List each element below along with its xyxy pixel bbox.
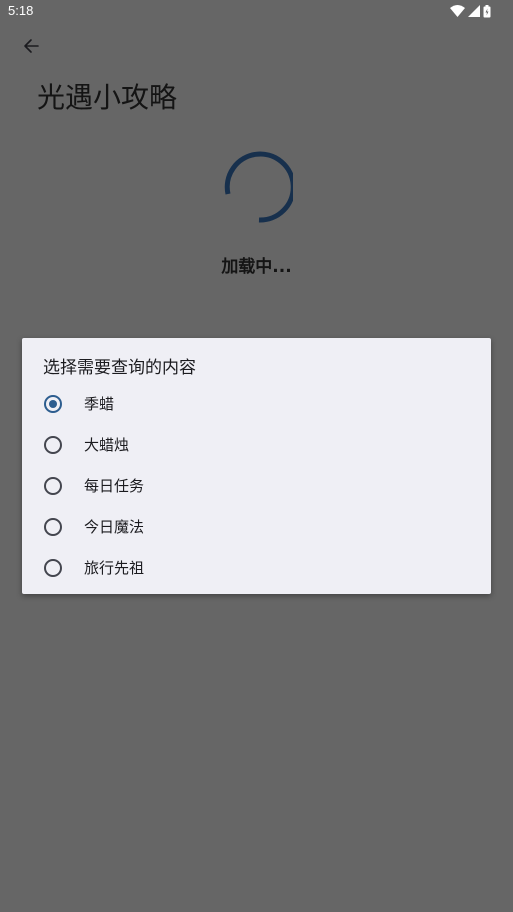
page-title: 光遇小攻略 <box>37 81 178 114</box>
option-daily-tasks[interactable]: 每日任务 <box>22 465 491 506</box>
option-traveling-spirit[interactable]: 旅行先祖 <box>22 547 491 588</box>
option-label: 旅行先祖 <box>84 559 145 577</box>
status-time: 5:18 <box>8 3 34 18</box>
radio-button[interactable] <box>44 559 62 577</box>
option-daily-magic[interactable]: 今日魔法 <box>22 506 491 547</box>
loading-spinner <box>224 151 293 223</box>
option-label: 今日魔法 <box>84 518 145 536</box>
option-big-candle[interactable]: 大蜡烛 <box>22 424 491 465</box>
status-icons <box>450 4 491 18</box>
option-season-candle[interactable]: 季蜡 <box>22 383 491 424</box>
option-label: 大蜡烛 <box>84 436 130 454</box>
back-button[interactable] <box>16 31 46 61</box>
battery-icon <box>483 4 491 17</box>
radio-button-checked[interactable] <box>44 395 62 413</box>
option-label: 每日任务 <box>84 477 145 495</box>
arrow-back-icon <box>24 39 39 53</box>
dialog-title: 选择需要查询的内容 <box>43 358 196 378</box>
signal-icon <box>468 5 480 17</box>
status-bar: 5:18 <box>0 0 513 24</box>
wifi-icon <box>450 5 465 17</box>
radio-button[interactable] <box>44 477 62 495</box>
select-content-dialog: 选择需要查询的内容 季蜡 大蜡烛 每日任务 今日魔法 旅行先祖 <box>22 338 491 594</box>
loading-text: 加载中... <box>221 257 292 277</box>
radio-button[interactable] <box>44 518 62 536</box>
option-label: 季蜡 <box>84 395 115 413</box>
radio-button[interactable] <box>44 436 62 454</box>
